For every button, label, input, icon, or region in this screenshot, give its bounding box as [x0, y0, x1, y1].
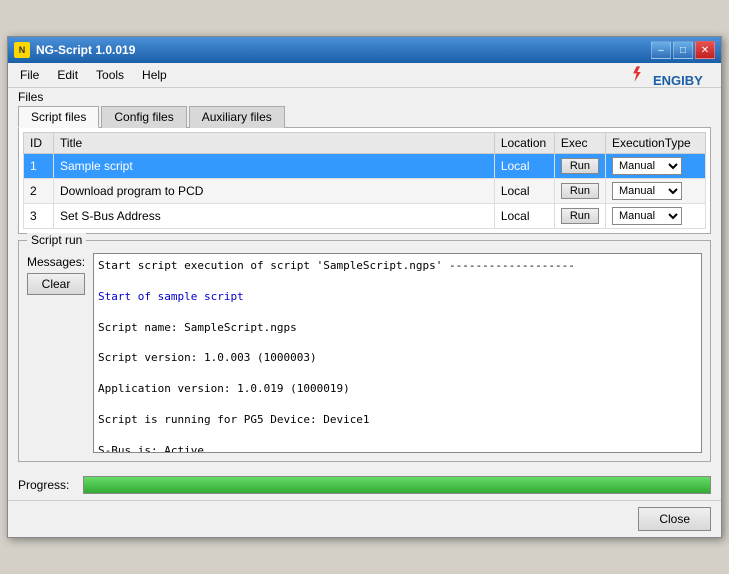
- cell-location: Local: [494, 204, 554, 229]
- scripts-table: ID Title Location Exec ExecutionType 1 S…: [23, 132, 706, 229]
- tab-script-files[interactable]: Script files: [18, 106, 99, 128]
- cell-title: Set S-Bus Address: [54, 204, 495, 229]
- exec-type-select[interactable]: Manual Auto: [612, 207, 682, 225]
- cell-location: Local: [494, 179, 554, 204]
- col-location: Location: [494, 133, 554, 154]
- tabs-container: Script files Config files Auxiliary file…: [18, 106, 711, 128]
- table-row[interactable]: 1 Sample script Local Run Manual Auto: [24, 154, 706, 179]
- logo-container: ENGIBY: [631, 65, 711, 98]
- script-run-label: Script run: [27, 233, 86, 247]
- title-buttons: – □ ✕: [651, 41, 715, 59]
- message-line: Start script execution of script 'Sample…: [98, 258, 697, 273]
- cell-exec-type: Manual Auto: [606, 179, 706, 204]
- col-title: Title: [54, 133, 495, 154]
- messages-controls: Messages: Clear: [27, 253, 85, 295]
- message-line: Script is running for PG5 Device: Device…: [98, 412, 697, 427]
- close-main-button[interactable]: Close: [638, 507, 711, 531]
- messages-area: Messages: Clear Start script execution o…: [27, 253, 702, 453]
- cell-title: Download program to PCD: [54, 179, 495, 204]
- message-line: Application version: 1.0.019 (1000019): [98, 381, 697, 396]
- window-close-button[interactable]: ✕: [695, 41, 715, 59]
- title-bar-left: N NG-Script 1.0.019: [14, 42, 135, 58]
- run-button[interactable]: Run: [561, 158, 599, 174]
- col-exec-type: ExecutionType: [606, 133, 706, 154]
- cell-id: 2: [24, 179, 54, 204]
- cell-exec: Run: [554, 179, 605, 204]
- files-label: Files: [18, 90, 711, 104]
- script-run-group: Script run Messages: Clear Start script …: [18, 240, 711, 462]
- col-exec: Exec: [554, 133, 605, 154]
- tab-config-files[interactable]: Config files: [101, 106, 186, 128]
- progress-area: Progress:: [18, 472, 711, 498]
- app-icon: N: [14, 42, 30, 58]
- menu-edit[interactable]: Edit: [49, 65, 86, 85]
- svg-text:ENGIBY: ENGIBY: [653, 73, 703, 88]
- col-id: ID: [24, 133, 54, 154]
- run-button[interactable]: Run: [561, 183, 599, 199]
- maximize-button[interactable]: □: [673, 41, 693, 59]
- cell-location: Local: [494, 154, 554, 179]
- menu-bar: File Edit Tools Help ENGIBY: [8, 63, 721, 88]
- files-section: Files Script files Config files Auxiliar…: [8, 88, 721, 234]
- progress-label: Progress:: [18, 478, 73, 492]
- run-button[interactable]: Run: [561, 208, 599, 224]
- exec-type-select[interactable]: Manual Auto: [612, 182, 682, 200]
- cell-title: Sample script: [54, 154, 495, 179]
- engiby-logo: ENGIBY: [631, 65, 711, 95]
- bottom-bar: Close: [8, 500, 721, 537]
- progress-bar-container: [83, 476, 711, 494]
- cell-exec-type: Manual Auto: [606, 204, 706, 229]
- cell-id: 3: [24, 204, 54, 229]
- minimize-button[interactable]: –: [651, 41, 671, 59]
- message-line: Script version: 1.0.003 (1000003): [98, 350, 697, 365]
- progress-bar-fill: [84, 477, 710, 493]
- message-line: Start of sample script: [98, 289, 697, 304]
- messages-label: Messages:: [27, 253, 85, 269]
- tab-auxiliary-files[interactable]: Auxiliary files: [189, 106, 285, 128]
- progress-section: Progress:: [8, 470, 721, 500]
- cell-id: 1: [24, 154, 54, 179]
- window-title: NG-Script 1.0.019: [36, 43, 135, 57]
- main-window: N NG-Script 1.0.019 – □ ✕ File Edit Tool…: [7, 36, 722, 538]
- script-run-section: Script run Messages: Clear Start script …: [8, 234, 721, 462]
- cell-exec: Run: [554, 154, 605, 179]
- exec-type-select[interactable]: Manual Auto: [612, 157, 682, 175]
- cell-exec-type: Manual Auto: [606, 154, 706, 179]
- message-line: Script name: SampleScript.ngps: [98, 320, 697, 335]
- menu-file[interactable]: File: [12, 65, 47, 85]
- title-bar: N NG-Script 1.0.019 – □ ✕: [8, 37, 721, 63]
- menu-help[interactable]: Help: [134, 65, 175, 85]
- clear-button[interactable]: Clear: [27, 273, 85, 295]
- message-line: S-Bus is: Active: [98, 443, 697, 453]
- table-row[interactable]: 3 Set S-Bus Address Local Run Manual Aut…: [24, 204, 706, 229]
- tab-content: ID Title Location Exec ExecutionType 1 S…: [18, 127, 711, 234]
- cell-exec: Run: [554, 204, 605, 229]
- menu-tools[interactable]: Tools: [88, 65, 132, 85]
- messages-box[interactable]: Start script execution of script 'Sample…: [93, 253, 702, 453]
- table-row[interactable]: 2 Download program to PCD Local Run Manu…: [24, 179, 706, 204]
